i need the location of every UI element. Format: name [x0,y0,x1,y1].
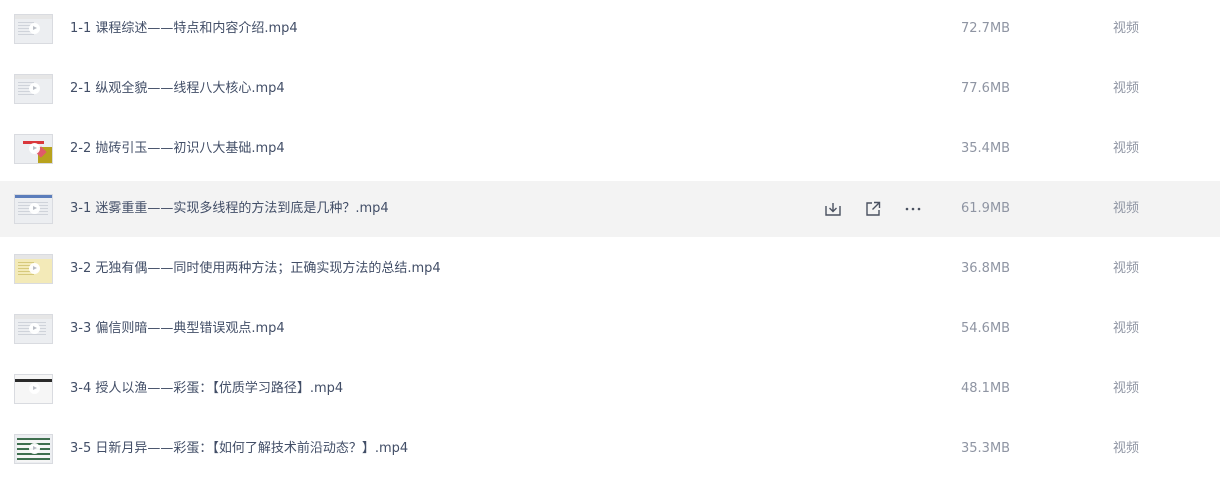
file-size: 36.8MB [961,261,1011,276]
file-size: 54.6MB [961,321,1011,336]
file-size: 61.9MB [961,201,1011,216]
file-name[interactable]: 3-1 迷雾重重——实现多线程的方法到底是几种？.mp4 [70,181,389,237]
play-icon [29,203,40,214]
file-type: 视频 [1113,261,1140,276]
file-size: 48.1MB [961,381,1011,396]
video-thumbnail[interactable] [14,74,53,104]
video-thumbnail[interactable] [14,314,53,344]
download-icon [825,203,841,216]
file-name[interactable]: 2-2 抛砖引玉——初识八大基础.mp4 [70,121,285,177]
file-name[interactable]: 1-1 课程综述——特点和内容介绍.mp4 [70,1,298,57]
file-row[interactable]: 3-3 偏信则暗——典型错误观点.mp4 54.6MB 视频 [0,301,1220,357]
file-type: 视频 [1113,81,1140,96]
file-list: 1-1 课程综述——特点和内容介绍.mp4 72.7MB 视频 2-1 纵观全貌… [0,0,1220,486]
video-thumbnail[interactable] [14,194,53,224]
file-size: 72.7MB [961,21,1011,36]
file-row[interactable]: 3-2 无独有偶——同时使用两种方法；正确实现方法的总结.mp4 36.8MB … [0,241,1220,297]
file-size: 77.6MB [961,81,1011,96]
play-icon [29,143,40,154]
file-type: 视频 [1113,201,1140,216]
share-button[interactable] [863,199,883,219]
play-icon [29,263,40,274]
play-icon [29,383,40,394]
video-thumbnail[interactable] [14,374,53,404]
more-button[interactable] [903,199,923,219]
play-icon [29,323,40,334]
file-row[interactable]: 2-2 抛砖引玉——初识八大基础.mp4 35.4MB 视频 [0,121,1220,177]
file-name[interactable]: 3-4 授人以渔——彩蛋：【优质学习路径】.mp4 [70,361,343,417]
file-name[interactable]: 3-5 日新月异——彩蛋：【如何了解技术前沿动态？】.mp4 [70,421,408,477]
play-icon [29,83,40,94]
file-row[interactable]: 3-4 授人以渔——彩蛋：【优质学习路径】.mp4 48.1MB 视频 [0,361,1220,417]
file-size: 35.4MB [961,141,1011,156]
video-thumbnail[interactable] [14,254,53,284]
file-type: 视频 [1113,141,1140,156]
file-name[interactable]: 3-2 无独有偶——同时使用两种方法；正确实现方法的总结.mp4 [70,241,441,297]
play-icon [29,23,40,34]
file-row[interactable]: 1-1 课程综述——特点和内容介绍.mp4 72.7MB 视频 [0,1,1220,57]
video-thumbnail[interactable] [14,14,53,44]
download-button[interactable] [823,199,843,219]
share-icon [866,201,881,216]
file-row[interactable]: 2-1 纵观全貌——线程八大核心.mp4 77.6MB 视频 [0,61,1220,117]
video-thumbnail[interactable] [14,134,53,164]
file-type: 视频 [1113,21,1140,36]
file-name[interactable]: 3-3 偏信则暗——典型错误观点.mp4 [70,301,285,357]
file-size: 35.3MB [961,441,1011,456]
file-type: 视频 [1113,321,1140,336]
file-row-hovered[interactable]: 3-1 迷雾重重——实现多线程的方法到底是几种？.mp4 61.9MB 视频 [0,181,1220,237]
play-icon [29,443,40,454]
file-type: 视频 [1113,381,1140,396]
file-name[interactable]: 2-1 纵观全貌——线程八大核心.mp4 [70,61,285,117]
file-type: 视频 [1113,441,1140,456]
video-thumbnail[interactable] [14,434,53,464]
file-row[interactable]: 3-5 日新月异——彩蛋：【如何了解技术前沿动态？】.mp4 35.3MB 视频 [0,421,1220,477]
more-icon [905,207,921,211]
